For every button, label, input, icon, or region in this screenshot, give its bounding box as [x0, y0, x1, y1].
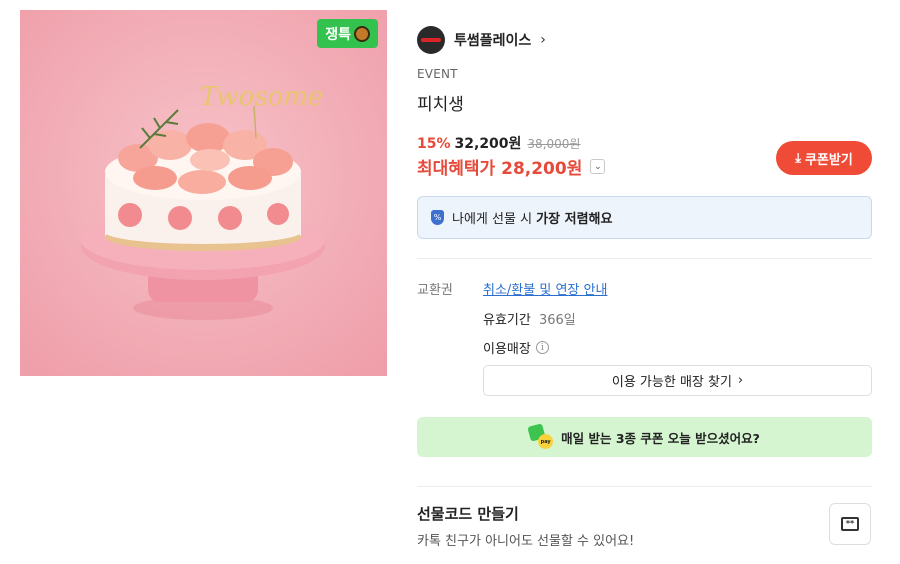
- notice-text: 나에게 선물 시 가장 저렴해요: [452, 208, 612, 227]
- cake-illustration: Twosome: [20, 10, 387, 376]
- coupon-download-button[interactable]: ⤓ 쿠폰받기: [776, 141, 872, 175]
- original-price: 38,000원: [527, 137, 581, 151]
- badge-label: 쟁특: [325, 26, 351, 43]
- product-eyebrow: EVENT: [417, 67, 458, 81]
- max-benefit-price: 최대혜택가 28,200원: [417, 159, 583, 179]
- price-row: 15% 32,200원 38,000원: [417, 133, 580, 153]
- validity-row: 유효기간 366일: [483, 309, 576, 328]
- brand-logo: [417, 26, 445, 54]
- divider: [417, 258, 872, 259]
- chevron-down-icon[interactable]: ⌄: [590, 159, 606, 174]
- code-icon: **: [841, 517, 859, 531]
- find-store-button[interactable]: 이용 가능한 매장 찾기 ›: [483, 365, 872, 396]
- refund-policy-link[interactable]: 취소/환불 및 연장 안내: [483, 279, 607, 298]
- stores-label: 이용매장: [483, 342, 531, 357]
- validity-value: 366일: [538, 313, 576, 328]
- cake-topper-text: Twosome: [200, 82, 323, 112]
- brand-name: 투썸플레이스: [454, 33, 532, 49]
- divider: [417, 486, 872, 487]
- find-store-label: 이용 가능한 매장 찾기: [611, 375, 732, 390]
- product-title: 피치생: [417, 95, 464, 115]
- gift-self-notice[interactable]: % 나에게 선물 시 가장 저렴해요: [417, 196, 872, 239]
- chevron-right-icon: ›: [737, 373, 744, 388]
- discount-shield-icon: %: [431, 210, 444, 225]
- product-info: 투썸플레이스 › EVENT 피치생 15% 32,200원 38,000원 최…: [417, 0, 872, 564]
- max-benefit-row: 최대혜택가 28,200원 ⌄: [417, 154, 606, 179]
- gift-code-title: 선물코드 만들기: [417, 505, 519, 523]
- daily-coupon-banner[interactable]: pay 매일 받는 3종 쿠폰 오늘 받으셨어요?: [417, 417, 872, 457]
- info-icon[interactable]: i: [535, 341, 549, 354]
- promo-badge: 쟁특: [317, 19, 378, 48]
- acorn-icon: [354, 25, 370, 42]
- kakaopay-icon: pay: [527, 423, 554, 449]
- gift-code-subtitle: 카톡 친구가 아니어도 선물할 수 있어요!: [417, 534, 635, 549]
- chevron-right-icon: ›: [540, 32, 546, 48]
- notice-text-regular: 나에게 선물 시: [452, 212, 533, 227]
- exchange-label: 교환권: [417, 283, 453, 298]
- pay-coin-icon: pay: [538, 434, 554, 449]
- discount-rate: 15%: [417, 136, 451, 152]
- stores-row: 이용매장 i: [483, 338, 549, 357]
- validity-label: 유효기간: [483, 313, 531, 328]
- notice-text-bold: 가장 저렴해요: [536, 212, 613, 227]
- gift-code-button[interactable]: **: [829, 503, 871, 545]
- sale-price: 32,200원: [454, 136, 522, 152]
- coupon-button-label: 쿠폰받기: [804, 151, 853, 167]
- brand-link[interactable]: 투썸플레이스 ›: [417, 26, 546, 54]
- product-image: Twosome 쟁특: [20, 10, 387, 376]
- download-icon: ⤓: [795, 150, 801, 165]
- promo-text: 매일 받는 3종 쿠폰 오늘 받으셨어요?: [561, 430, 760, 446]
